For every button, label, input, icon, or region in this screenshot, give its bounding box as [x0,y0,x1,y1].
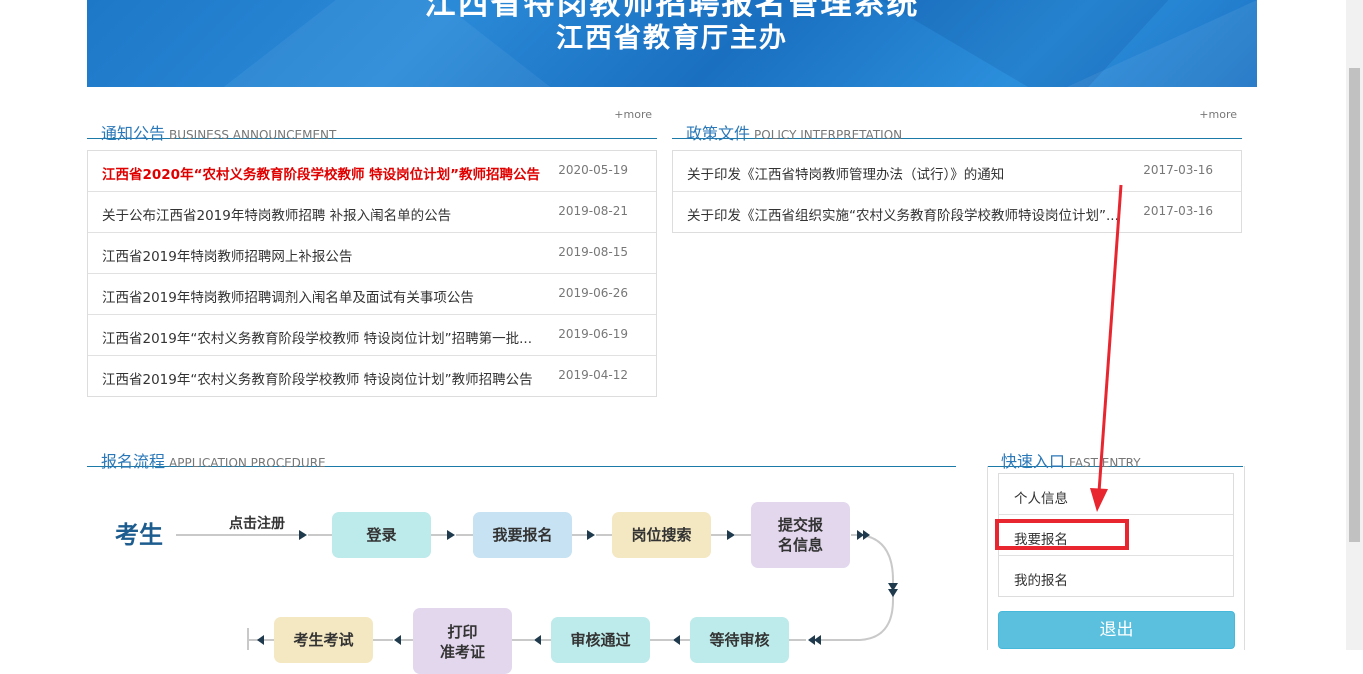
flow-step-search: 岗位搜索 [612,512,711,558]
flow-step-submit: 提交报 名信息 [751,502,850,568]
flow-step-pass: 审核通过 [551,617,650,663]
flow-step-label: 等待审核 [709,631,770,649]
logout-button[interactable]: 退出 [998,611,1235,649]
flow-step-print: 打印 准考证 [413,608,512,674]
register-label[interactable]: 点击注册 [229,513,285,533]
flow-step-apply: 我要报名 [473,512,572,558]
flow-step-login: 登录 [332,512,431,558]
flow-step-label: 打印 [447,623,478,641]
flow-step-label: 登录 [366,526,397,544]
page-scrollbar[interactable] [1346,0,1363,650]
flow-step-label: 名信息 [777,536,823,554]
flow-step-exam: 考生考试 [274,617,373,663]
quick-item-label[interactable]: 个人信息 [1014,487,1068,507]
flow-step-label: 考生考试 [293,631,354,649]
quick-item-apply[interactable]: 我要报名 [999,515,1233,556]
quick-entry-list: 个人信息 我要报名 我的报名 [998,473,1234,597]
flow-step-label: 岗位搜索 [631,526,692,544]
quick-item-label[interactable]: 我的报名 [1014,569,1068,589]
quick-entry-header: 快速入口 FAST ENTRY [987,428,1243,471]
flow-step-wait: 等待审核 [690,617,789,663]
flow-step-label: 审核通过 [570,631,631,649]
scrollbar-thumb[interactable] [1349,68,1360,542]
flow-step-label: 准考证 [439,643,485,661]
quick-item-my-applications[interactable]: 我的报名 [999,556,1233,596]
quick-item-label[interactable]: 我要报名 [1014,528,1068,548]
flow-step-label: 我要报名 [492,526,553,544]
candidate-label: 考生 [115,521,163,549]
quick-item-profile[interactable]: 个人信息 [999,474,1233,515]
flow-step-label: 提交报 [777,516,823,534]
